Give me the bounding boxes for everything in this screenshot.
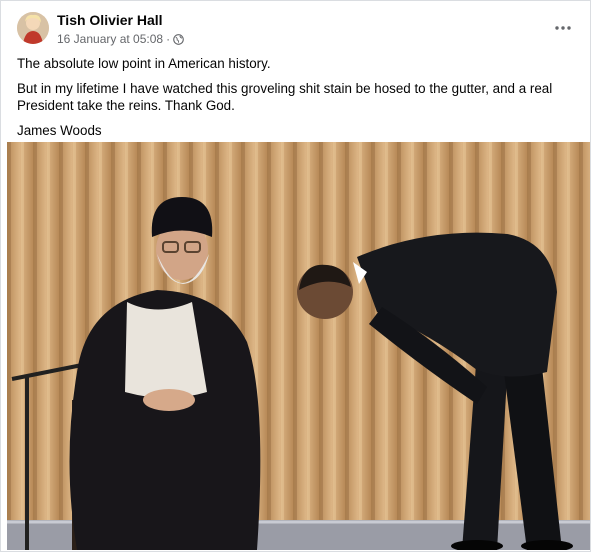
post-paragraph: But in my lifetime I have watched this g… (17, 81, 553, 113)
post-text: The absolute low point in American histo… (17, 55, 582, 147)
post-paragraph: The absolute low point in American histo… (17, 56, 271, 71)
more-options-icon (555, 26, 571, 30)
author-name[interactable]: Tish Olivier Hall (57, 12, 163, 28)
author-avatar[interactable] (17, 12, 49, 44)
post-header: Tish Olivier Hall 16 January at 05:08 · (1, 1, 590, 49)
photo-illustration (7, 142, 590, 550)
post-photo[interactable] (7, 142, 590, 550)
globe-icon (173, 33, 184, 45)
more-options-button[interactable] (550, 15, 576, 41)
avatar-image (17, 12, 49, 44)
meta-separator: · (166, 32, 171, 46)
post-paragraph: James Woods (17, 123, 102, 138)
post-meta: 16 January at 05:08 · (57, 32, 184, 46)
facebook-post: Tish Olivier Hall 16 January at 05:08 · … (0, 0, 591, 552)
post-timestamp[interactable]: 16 January at 05:08 (57, 32, 163, 46)
